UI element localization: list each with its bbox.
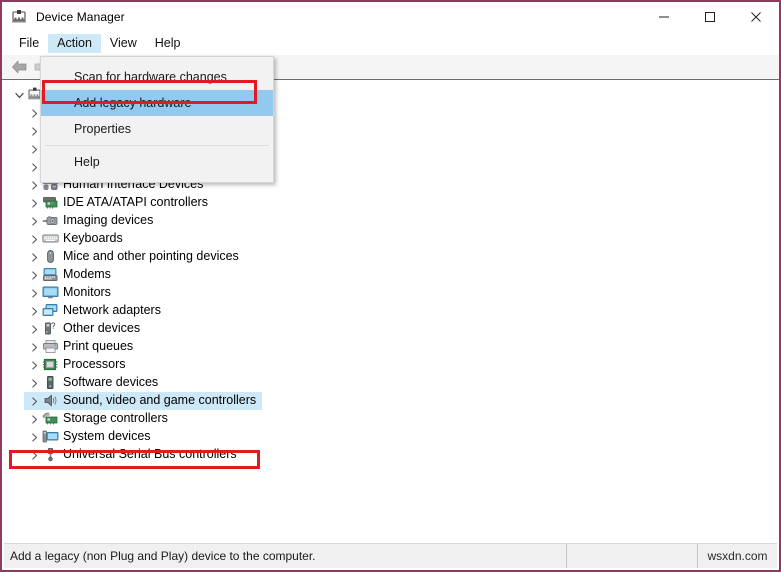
chevron-right-icon[interactable] bbox=[26, 361, 42, 370]
tree-item-modems[interactable]: Modems bbox=[4, 266, 777, 284]
menu-item-properties[interactable]: Properties bbox=[41, 116, 273, 142]
modem-icon bbox=[42, 267, 59, 283]
tree-item-label: Other devices bbox=[63, 322, 140, 336]
chevron-right-icon[interactable] bbox=[26, 289, 42, 298]
tree-item-label: Monitors bbox=[63, 286, 111, 300]
tree-item-sound-controllers[interactable]: Sound, video and game controllers bbox=[4, 392, 777, 410]
tree-item-label: Modems bbox=[63, 268, 111, 282]
tree-item-label: System devices bbox=[63, 430, 151, 444]
tree-item-ide-controllers[interactable]: IDE ATA/ATAPI controllers bbox=[4, 194, 777, 212]
tree-item-label: Processors bbox=[63, 358, 126, 372]
menu-bar: File Action View Help bbox=[2, 32, 779, 55]
ide-controller-icon bbox=[42, 195, 59, 211]
maximize-icon[interactable] bbox=[687, 2, 733, 32]
tree-item-label: Universal Serial Bus controllers bbox=[63, 448, 237, 462]
status-bar: Add a legacy (non Plug and Play) device … bbox=[4, 543, 777, 568]
window-title: Device Manager bbox=[36, 10, 125, 24]
imaging-device-icon bbox=[42, 213, 59, 229]
chevron-right-icon[interactable] bbox=[26, 415, 42, 424]
menu-separator bbox=[45, 145, 269, 146]
tree-item-label: Network adapters bbox=[63, 304, 161, 318]
tree-item-label: Sound, video and game controllers bbox=[63, 394, 256, 408]
chevron-right-icon[interactable] bbox=[26, 451, 42, 460]
status-message: Add a legacy (non Plug and Play) device … bbox=[4, 544, 567, 568]
tree-item-software-devices[interactable]: Software devices bbox=[4, 374, 777, 392]
chevron-right-icon[interactable] bbox=[26, 235, 42, 244]
tree-item-keyboards[interactable]: Keyboards bbox=[4, 230, 777, 248]
other-device-icon: ? bbox=[42, 321, 59, 337]
action-dropdown-menu: Scan for hardware changes Add legacy har… bbox=[40, 56, 274, 183]
chevron-right-icon[interactable] bbox=[26, 325, 42, 334]
tree-item-label: Imaging devices bbox=[63, 214, 153, 228]
chevron-right-icon[interactable] bbox=[26, 307, 42, 316]
chevron-right-icon[interactable] bbox=[26, 199, 42, 208]
mouse-icon bbox=[42, 249, 59, 265]
menu-file[interactable]: File bbox=[10, 34, 48, 54]
tree-item-label: Software devices bbox=[63, 376, 158, 390]
menu-action[interactable]: Action bbox=[48, 34, 101, 54]
software-device-icon bbox=[42, 375, 59, 391]
tree-item-label: Keyboards bbox=[63, 232, 123, 246]
menu-item-help[interactable]: Help bbox=[41, 149, 273, 175]
tree-item-label: Print queues bbox=[63, 340, 133, 354]
tree-item-monitors[interactable]: Monitors bbox=[4, 284, 777, 302]
menu-item-scan-for-hardware-changes[interactable]: Scan for hardware changes bbox=[41, 64, 273, 90]
back-arrow-icon[interactable] bbox=[8, 57, 30, 77]
chevron-right-icon[interactable] bbox=[26, 379, 42, 388]
monitor-icon bbox=[42, 285, 59, 301]
device-manager-window: Device Manager File Action View Help bbox=[0, 0, 781, 572]
menu-item-add-legacy-hardware[interactable]: Add legacy hardware bbox=[41, 90, 273, 116]
chevron-down-icon[interactable] bbox=[11, 91, 27, 100]
tree-item-other-devices[interactable]: ? Other devices bbox=[4, 320, 777, 338]
minimize-icon[interactable] bbox=[641, 2, 687, 32]
chevron-right-icon[interactable] bbox=[26, 397, 42, 406]
chevron-right-icon[interactable] bbox=[26, 343, 42, 352]
chevron-right-icon[interactable] bbox=[26, 253, 42, 262]
tree-item-network-adapters[interactable]: Network adapters bbox=[4, 302, 777, 320]
tree-item-label: Mice and other pointing devices bbox=[63, 250, 239, 264]
chevron-right-icon[interactable] bbox=[26, 217, 42, 226]
tree-item-processors[interactable]: Processors bbox=[4, 356, 777, 374]
menu-help[interactable]: Help bbox=[146, 34, 190, 54]
storage-controller-icon bbox=[42, 411, 59, 427]
chevron-right-icon[interactable] bbox=[26, 271, 42, 280]
tree-item-system-devices[interactable]: System devices bbox=[4, 428, 777, 446]
network-adapter-icon bbox=[42, 303, 59, 319]
keyboard-icon bbox=[42, 231, 59, 247]
tree-item-storage-controllers[interactable]: Storage controllers bbox=[4, 410, 777, 428]
tree-item-print-queues[interactable]: Print queues bbox=[4, 338, 777, 356]
title-bar: Device Manager bbox=[2, 2, 779, 32]
window-controls bbox=[641, 2, 779, 32]
printer-icon bbox=[42, 339, 59, 355]
device-manager-icon bbox=[11, 9, 27, 25]
processor-icon bbox=[42, 357, 59, 373]
close-icon[interactable] bbox=[733, 2, 779, 32]
chevron-right-icon[interactable] bbox=[26, 433, 42, 442]
menu-view[interactable]: View bbox=[101, 34, 146, 54]
tree-item-label: IDE ATA/ATAPI controllers bbox=[63, 196, 208, 210]
system-device-icon bbox=[42, 429, 59, 445]
svg-text:?: ? bbox=[51, 322, 56, 331]
tree-item-imaging-devices[interactable]: Imaging devices bbox=[4, 212, 777, 230]
watermark: wsxdn.com bbox=[698, 544, 777, 568]
tree-item-mice[interactable]: Mice and other pointing devices bbox=[4, 248, 777, 266]
menu-bottom-spacer bbox=[41, 175, 273, 180]
status-middle-panel bbox=[567, 544, 698, 568]
tree-item-usb-controllers[interactable]: Universal Serial Bus controllers bbox=[4, 446, 777, 464]
usb-controller-icon bbox=[42, 447, 59, 463]
tree-item-label: Storage controllers bbox=[63, 412, 168, 426]
sound-controller-icon bbox=[42, 393, 59, 409]
